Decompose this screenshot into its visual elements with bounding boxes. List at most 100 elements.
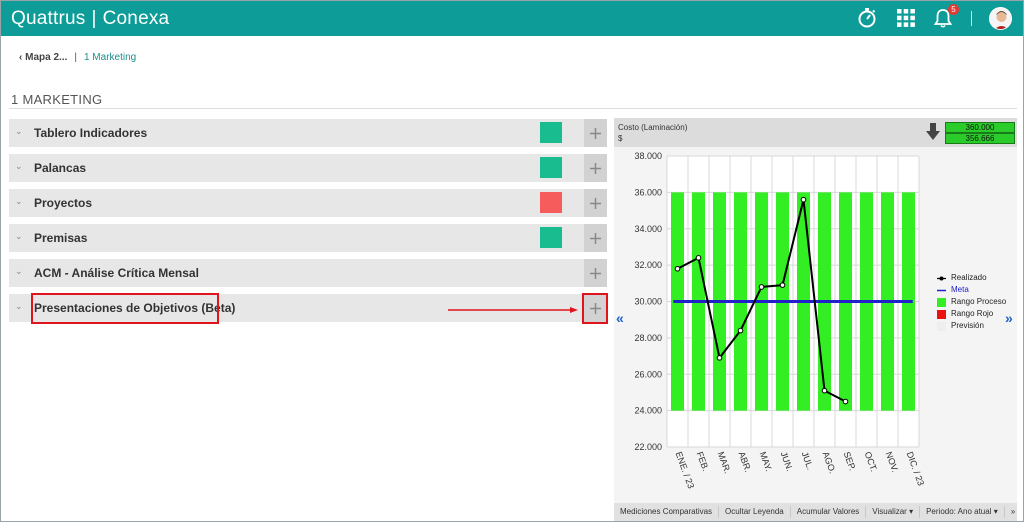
ocultar-leyenda-button[interactable]: Ocultar Leyenda [719, 506, 791, 518]
periodo-label: Periodo: Ano atual [926, 507, 992, 516]
legend-label: Realizado [951, 273, 987, 282]
add-button[interactable] [584, 259, 607, 287]
chevron-down-icon[interactable]: ⌄ [15, 196, 27, 208]
brand-logo[interactable]: Quattrus | Conexa [11, 8, 169, 30]
trend-down-arrow-icon [926, 123, 940, 140]
stopwatch-icon[interactable] [856, 7, 878, 29]
x-tick-label: JUL. [800, 450, 816, 471]
annotation-arrow-icon [448, 307, 578, 313]
highlight-box-label [31, 293, 219, 324]
status-indicator [540, 157, 562, 178]
x-tick-label: MAR. [716, 450, 733, 475]
legend-item-prevision[interactable]: Previsión [937, 321, 1006, 332]
legend-item-rango-proceso[interactable]: Rango Proceso [937, 297, 1006, 308]
highlight-box-add-button [582, 293, 608, 324]
legend-line-marker-icon [937, 276, 946, 281]
add-button[interactable] [584, 154, 607, 182]
section-label: Palancas [34, 161, 87, 175]
status-indicator [540, 227, 562, 248]
section-tablero-indicadores[interactable]: ⌄ Tablero Indicadores [9, 119, 607, 147]
legend-line-icon [937, 289, 946, 292]
x-tick-label: SEP. [842, 450, 858, 472]
legend-swatch [937, 322, 946, 331]
meta-value-badge: 360.000 [945, 122, 1015, 133]
x-tick-label: DIC. / 23 [905, 450, 927, 487]
x-tick-label: FEB. [695, 450, 711, 472]
y-tick-label: 34.000 [634, 224, 662, 234]
legend-label: Meta [951, 285, 969, 294]
breadcrumb-back-label: Mapa 2... [25, 52, 68, 63]
avatar[interactable] [989, 7, 1012, 30]
legend-label: Rango Rojo [951, 309, 994, 318]
plus-icon [590, 127, 601, 139]
breadcrumb-back-link[interactable]: ‹ Mapa 2... [19, 52, 67, 63]
add-button[interactable] [584, 189, 607, 217]
x-tick-label: NOV. [884, 450, 901, 473]
notification-badge: 5 [948, 4, 959, 15]
section-proyectos[interactable]: ⌄ Proyectos [9, 189, 607, 217]
brand-separator: | [91, 8, 97, 29]
real-value-badge: 356.666 [945, 133, 1015, 144]
x-tick-label: OCT. [863, 450, 879, 473]
x-tick-label: ABR. [737, 450, 754, 473]
x-tick-label: JUN. [779, 450, 795, 472]
chevron-down-icon[interactable]: ⌄ [15, 126, 27, 138]
section-premisas[interactable]: ⌄ Premisas [9, 224, 607, 252]
section-acm[interactable]: ⌄ ACM - Análise Crítica Mensal [9, 259, 607, 287]
section-label: Premisas [34, 231, 88, 245]
y-tick-label: 24.000 [634, 406, 662, 416]
top-bar: Quattrus | Conexa 5 [1, 1, 1023, 36]
legend-item-rango-rojo[interactable]: Rango Rojo [937, 309, 1006, 320]
chart-title: Costo (Laminación) [618, 123, 688, 132]
realizado-point [842, 398, 849, 405]
breadcrumb-current[interactable]: 1 Marketing [84, 52, 136, 63]
realizado-point [695, 255, 702, 261]
chevron-double-left-icon[interactable]: « [616, 310, 624, 326]
status-indicator [540, 122, 562, 143]
section-palancas[interactable]: ⌄ Palancas [9, 154, 607, 182]
visualizar-dropdown[interactable]: Visualizar ▾ [866, 506, 921, 518]
visualizar-label: Visualizar [872, 507, 907, 516]
legend-label: Previsión [951, 321, 984, 330]
realizado-point [716, 355, 723, 361]
chevron-down-icon[interactable]: ⌄ [15, 301, 27, 313]
legend-label: Rango Proceso [951, 297, 1007, 306]
plus-icon [590, 267, 601, 279]
chevron-down-icon[interactable]: ⌄ [15, 231, 27, 243]
y-tick-label: 28.000 [634, 333, 662, 343]
y-tick-label: 30.000 [634, 297, 662, 307]
y-tick-label: 22.000 [634, 442, 662, 452]
realizado-point [800, 196, 807, 203]
x-tick-label: MAY. [758, 450, 774, 472]
plus-icon [590, 162, 601, 174]
notification-bell-icon[interactable]: 5 [932, 4, 959, 29]
mediciones-comparativas-button[interactable]: Mediciones Comparativas [614, 506, 720, 518]
x-tick-label: AGO. [821, 450, 838, 475]
plus-icon [590, 197, 601, 209]
chevron-down-icon[interactable]: ⌄ [15, 266, 27, 278]
realizado-point [737, 327, 744, 334]
add-button[interactable] [584, 119, 607, 147]
y-tick-label: 38.000 [634, 151, 662, 161]
expand-chevron-icon[interactable]: » [1005, 506, 1021, 518]
chart-title-block: Costo (Laminación) $ [618, 122, 687, 144]
legend-item-meta[interactable]: Meta [937, 285, 1006, 296]
title-divider [9, 108, 1017, 109]
legend-item-realizado[interactable]: Realizado [937, 273, 1006, 284]
x-tick-label: ENE. / 23 [674, 450, 697, 490]
legend-swatch [937, 310, 946, 319]
chevron-double-right-icon[interactable]: » [1005, 310, 1013, 326]
realizado-point [674, 265, 681, 272]
acumular-valores-button[interactable]: Acumular Valores [791, 506, 867, 518]
caret-down-icon: ▾ [909, 507, 914, 516]
periodo-dropdown[interactable]: Periodo: Ano atual ▾ [920, 506, 1005, 518]
add-button[interactable] [584, 224, 607, 252]
chart-legend: Realizado Meta Rango Proceso Rango Rojo … [937, 273, 1006, 333]
chevron-down-icon[interactable]: ⌄ [15, 161, 27, 173]
apps-grid-icon[interactable] [895, 7, 917, 29]
brand-left: Quattrus [11, 8, 86, 29]
page-title: 1 MARKETING [11, 92, 103, 107]
y-tick-label: 26.000 [634, 369, 662, 379]
app-window: Quattrus | Conexa 5 ‹ Mapa 2... | 1 Marketin… [0, 0, 1024, 522]
realizado-point [821, 387, 828, 394]
